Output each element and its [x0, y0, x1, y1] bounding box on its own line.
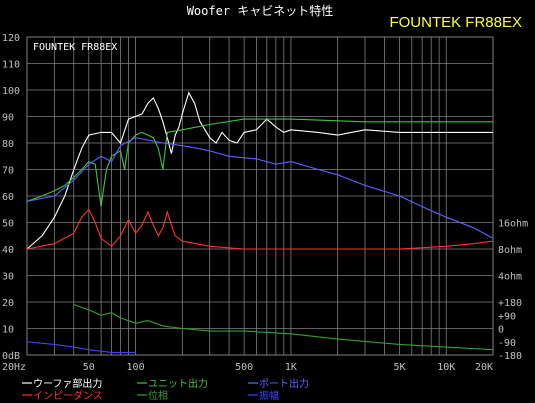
y-tick-label: 120 [2, 33, 20, 44]
phase-tick-label: 0 [498, 325, 504, 336]
phase-tick-label: +180 [498, 298, 522, 309]
series-line [26, 208, 494, 250]
x-tick-label: 5K [393, 362, 405, 373]
y-tick-label: 90 [2, 113, 14, 124]
y-tick-label: 110 [2, 60, 20, 71]
phase-tick-label: +90 [498, 311, 516, 322]
y-tick-label: 70 [2, 166, 14, 177]
y-tick-label: 80 [2, 139, 14, 150]
legend-label: インピーダンス [33, 389, 103, 402]
grid [26, 36, 494, 356]
impedance-tick-label: 8ohm [498, 245, 522, 256]
y-tick-label: 40 [2, 245, 14, 256]
phase-tick-label: -180 [498, 351, 522, 362]
brand-label: FOUNTEK FR88EX [389, 14, 522, 31]
legend-label: 振幅 [259, 389, 279, 402]
y-tick-label: 20 [2, 298, 14, 309]
impedance-tick-label: 4ohm [498, 272, 522, 283]
phase-tick-label: -90 [498, 338, 516, 349]
y-tick-label: 60 [2, 192, 14, 203]
impedance-tick-label: 16ohm [498, 219, 528, 230]
x-tick-label: 20K [475, 362, 493, 373]
y-tick-label: 10 [2, 325, 14, 336]
x-tick-label: 1K [285, 362, 297, 373]
chart-title: Woofer キャビネット特性 [187, 3, 334, 18]
axis-labels: 120 110 100 90 80 70 60 50 40 30 20 10 0dB20Hz 50 100 5… [2, 33, 528, 373]
y-tick-label: 50 [2, 219, 14, 230]
x-tick-label: 10K [437, 362, 455, 373]
y-tick-label: 30 [2, 272, 14, 283]
y-tick-label: 0dB [2, 351, 20, 362]
legend-label: ウーファ部出力 [33, 377, 102, 390]
x-tick-label: 500 [235, 362, 253, 373]
legend-label: ポート出力 [259, 377, 309, 390]
y-tick-label: 100 [2, 86, 20, 97]
legend-label: ユニット出力 [148, 377, 208, 390]
chart-root: Woofer キャビネット特性 FOUNTEK FR88EX 120 110 100… [0, 0, 535, 403]
frequency-response-chart: Woofer キャビネット特性 FOUNTEK FR88EX 120110100… [2, 3, 528, 402]
x-tick-label: 100 [127, 362, 145, 373]
legend-label: 位相 [148, 389, 168, 402]
x-tick-label: 50 [83, 362, 95, 373]
x-tick-label: 20Hz [2, 362, 26, 373]
series-line [26, 341, 136, 353]
series-line [26, 137, 494, 239]
legend: ウーファ部出力 ユニット出力 ポート出力インピーダンス 位相 振幅 [22, 377, 309, 402]
inset-label: FOUNTEK FR88EX [33, 42, 117, 53]
